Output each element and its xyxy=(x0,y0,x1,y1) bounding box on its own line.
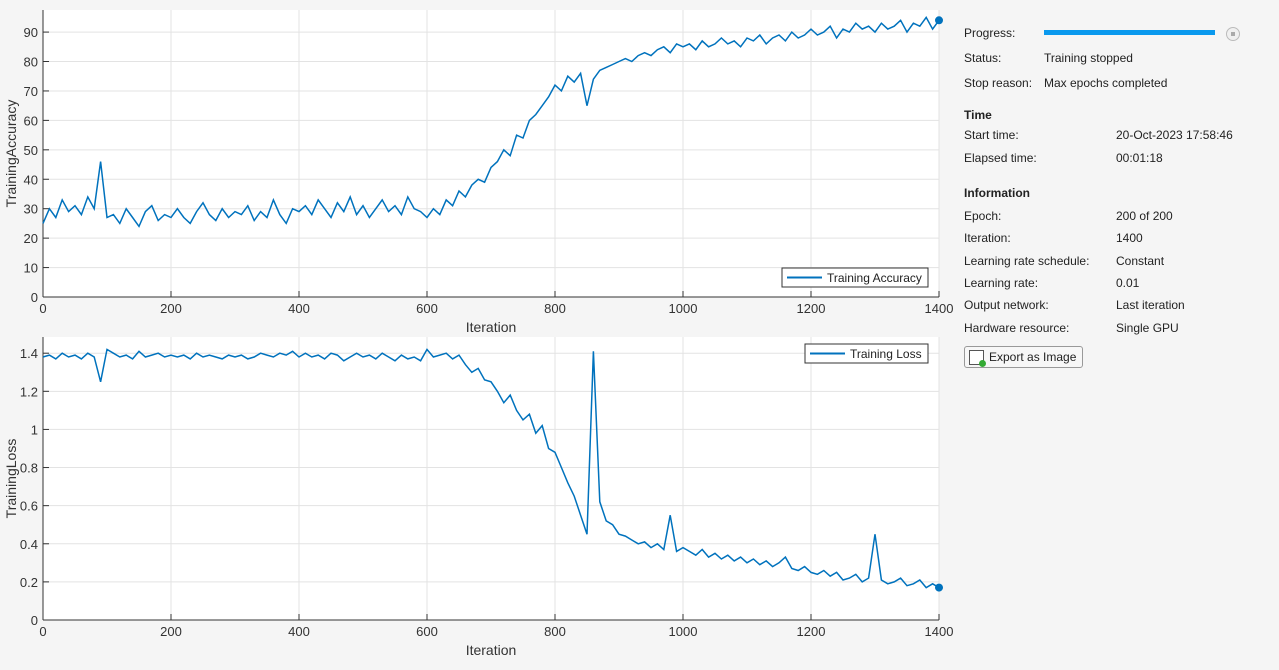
y-tick-label: 0 xyxy=(31,613,38,628)
progress-label: Progress: xyxy=(964,26,1016,40)
y-tick-label: 0.6 xyxy=(20,499,38,514)
x-tick-label: 1400 xyxy=(925,301,954,316)
export-as-image-button[interactable]: Export as Image xyxy=(964,346,1084,368)
legend: Training Loss xyxy=(804,343,929,364)
x-axis-label: Iteration xyxy=(466,642,517,658)
y-tick-label: 90 xyxy=(24,25,38,40)
information-header: Information xyxy=(964,186,1030,200)
x-tick-label: 200 xyxy=(160,301,182,316)
y-tick-label: 10 xyxy=(24,261,38,276)
y-tick-label: 0.2 xyxy=(20,575,38,590)
x-tick-label: 1000 xyxy=(669,301,698,316)
x-tick-label: 0 xyxy=(39,624,46,639)
status-label: Status: xyxy=(964,51,1002,65)
y-tick-label: 50 xyxy=(24,143,38,158)
export-image-icon xyxy=(969,350,986,367)
start-time-label: Start time: xyxy=(964,128,1019,142)
plot-area xyxy=(43,337,939,620)
info-label: Iteration: xyxy=(964,231,1011,246)
x-tick-label: 200 xyxy=(160,624,182,639)
stop-icon[interactable] xyxy=(1226,27,1240,41)
y-tick-label: 0.4 xyxy=(20,537,38,552)
final-point-marker xyxy=(935,583,943,592)
y-tick-label: 80 xyxy=(24,55,38,70)
export-label: Export as Image xyxy=(989,350,1077,364)
x-tick-label: 1200 xyxy=(797,301,826,316)
y-tick-label: 30 xyxy=(24,202,38,217)
y-tick-label: 70 xyxy=(24,84,38,99)
x-tick-label: 800 xyxy=(544,624,566,639)
x-tick-label: 800 xyxy=(544,301,566,316)
stop-reason-label: Stop reason: xyxy=(964,76,1033,90)
x-axis-label: Iteration xyxy=(466,319,517,335)
time-header: Time xyxy=(964,108,992,122)
y-tick-label: 20 xyxy=(24,231,38,246)
x-tick-label: 400 xyxy=(288,624,310,639)
info-label: Learning rate: xyxy=(964,275,1039,290)
start-time-value: 20-Oct-2023 17:58:46 xyxy=(1116,128,1233,142)
y-tick-label: 40 xyxy=(24,172,38,187)
training-plots: 0 200 400 600 800 1000 1200 1400010203040506070… xyxy=(3,10,953,658)
info-value: Constant xyxy=(1116,253,1165,268)
plot-area xyxy=(43,10,939,297)
y-tick-label: 0.8 xyxy=(20,461,38,476)
x-tick-label: 0 xyxy=(39,301,46,316)
info-value: Single GPU xyxy=(1116,320,1179,335)
y-axis-label: TrainingLoss xyxy=(3,439,19,519)
chart-accuracy: 0 200 400 600 800 1000 1200 1400 0 10 20 30 40 50 60 70… xyxy=(3,10,953,335)
x-tick-label: 1200 xyxy=(797,624,826,639)
info-label: Learning rate schedule: xyxy=(964,253,1090,268)
y-tick-label: 0 xyxy=(31,290,38,305)
info-value: 200 of 200 xyxy=(1116,209,1173,223)
progress-bar xyxy=(1044,30,1215,35)
x-tick-label: 600 xyxy=(416,301,438,316)
chart-loss: 0 200 400 600 800 1000 1200 1400 0 0.2 0.4 0.6 0.8 1 1… xyxy=(3,337,953,658)
status-value: Training stopped xyxy=(1044,51,1133,65)
y-tick-label: 1 xyxy=(31,422,38,437)
info-value: 1400 xyxy=(1116,231,1143,246)
info-label: Epoch: xyxy=(964,209,1002,223)
info-label: Output network: xyxy=(964,298,1049,313)
y-tick-label: 60 xyxy=(24,113,38,128)
x-tick-label: 1000 xyxy=(669,624,698,639)
info-value: Last iteration xyxy=(1116,298,1185,313)
stop-reason-value: Max epochs completed xyxy=(1044,76,1168,90)
elapsed-time-value: 00:01:18 xyxy=(1116,151,1163,165)
legend: Training Accuracy xyxy=(781,267,929,288)
y-axis-label: TrainingAccuracy xyxy=(3,100,19,208)
x-tick-label: 600 xyxy=(416,624,438,639)
info-label: Hardware resource: xyxy=(964,320,1070,335)
info-value: 0.01 xyxy=(1116,275,1140,290)
x-tick-label: 400 xyxy=(288,301,310,316)
x-tick-label: 1400 xyxy=(925,624,954,639)
y-tick-label: 1.2 xyxy=(20,384,38,399)
legend-label: Training Loss xyxy=(850,347,922,361)
legend-label: Training Accuracy xyxy=(827,271,922,285)
final-point-marker xyxy=(935,16,943,25)
elapsed-time-label: Elapsed time: xyxy=(964,151,1037,165)
y-tick-label: 1.4 xyxy=(20,346,38,361)
